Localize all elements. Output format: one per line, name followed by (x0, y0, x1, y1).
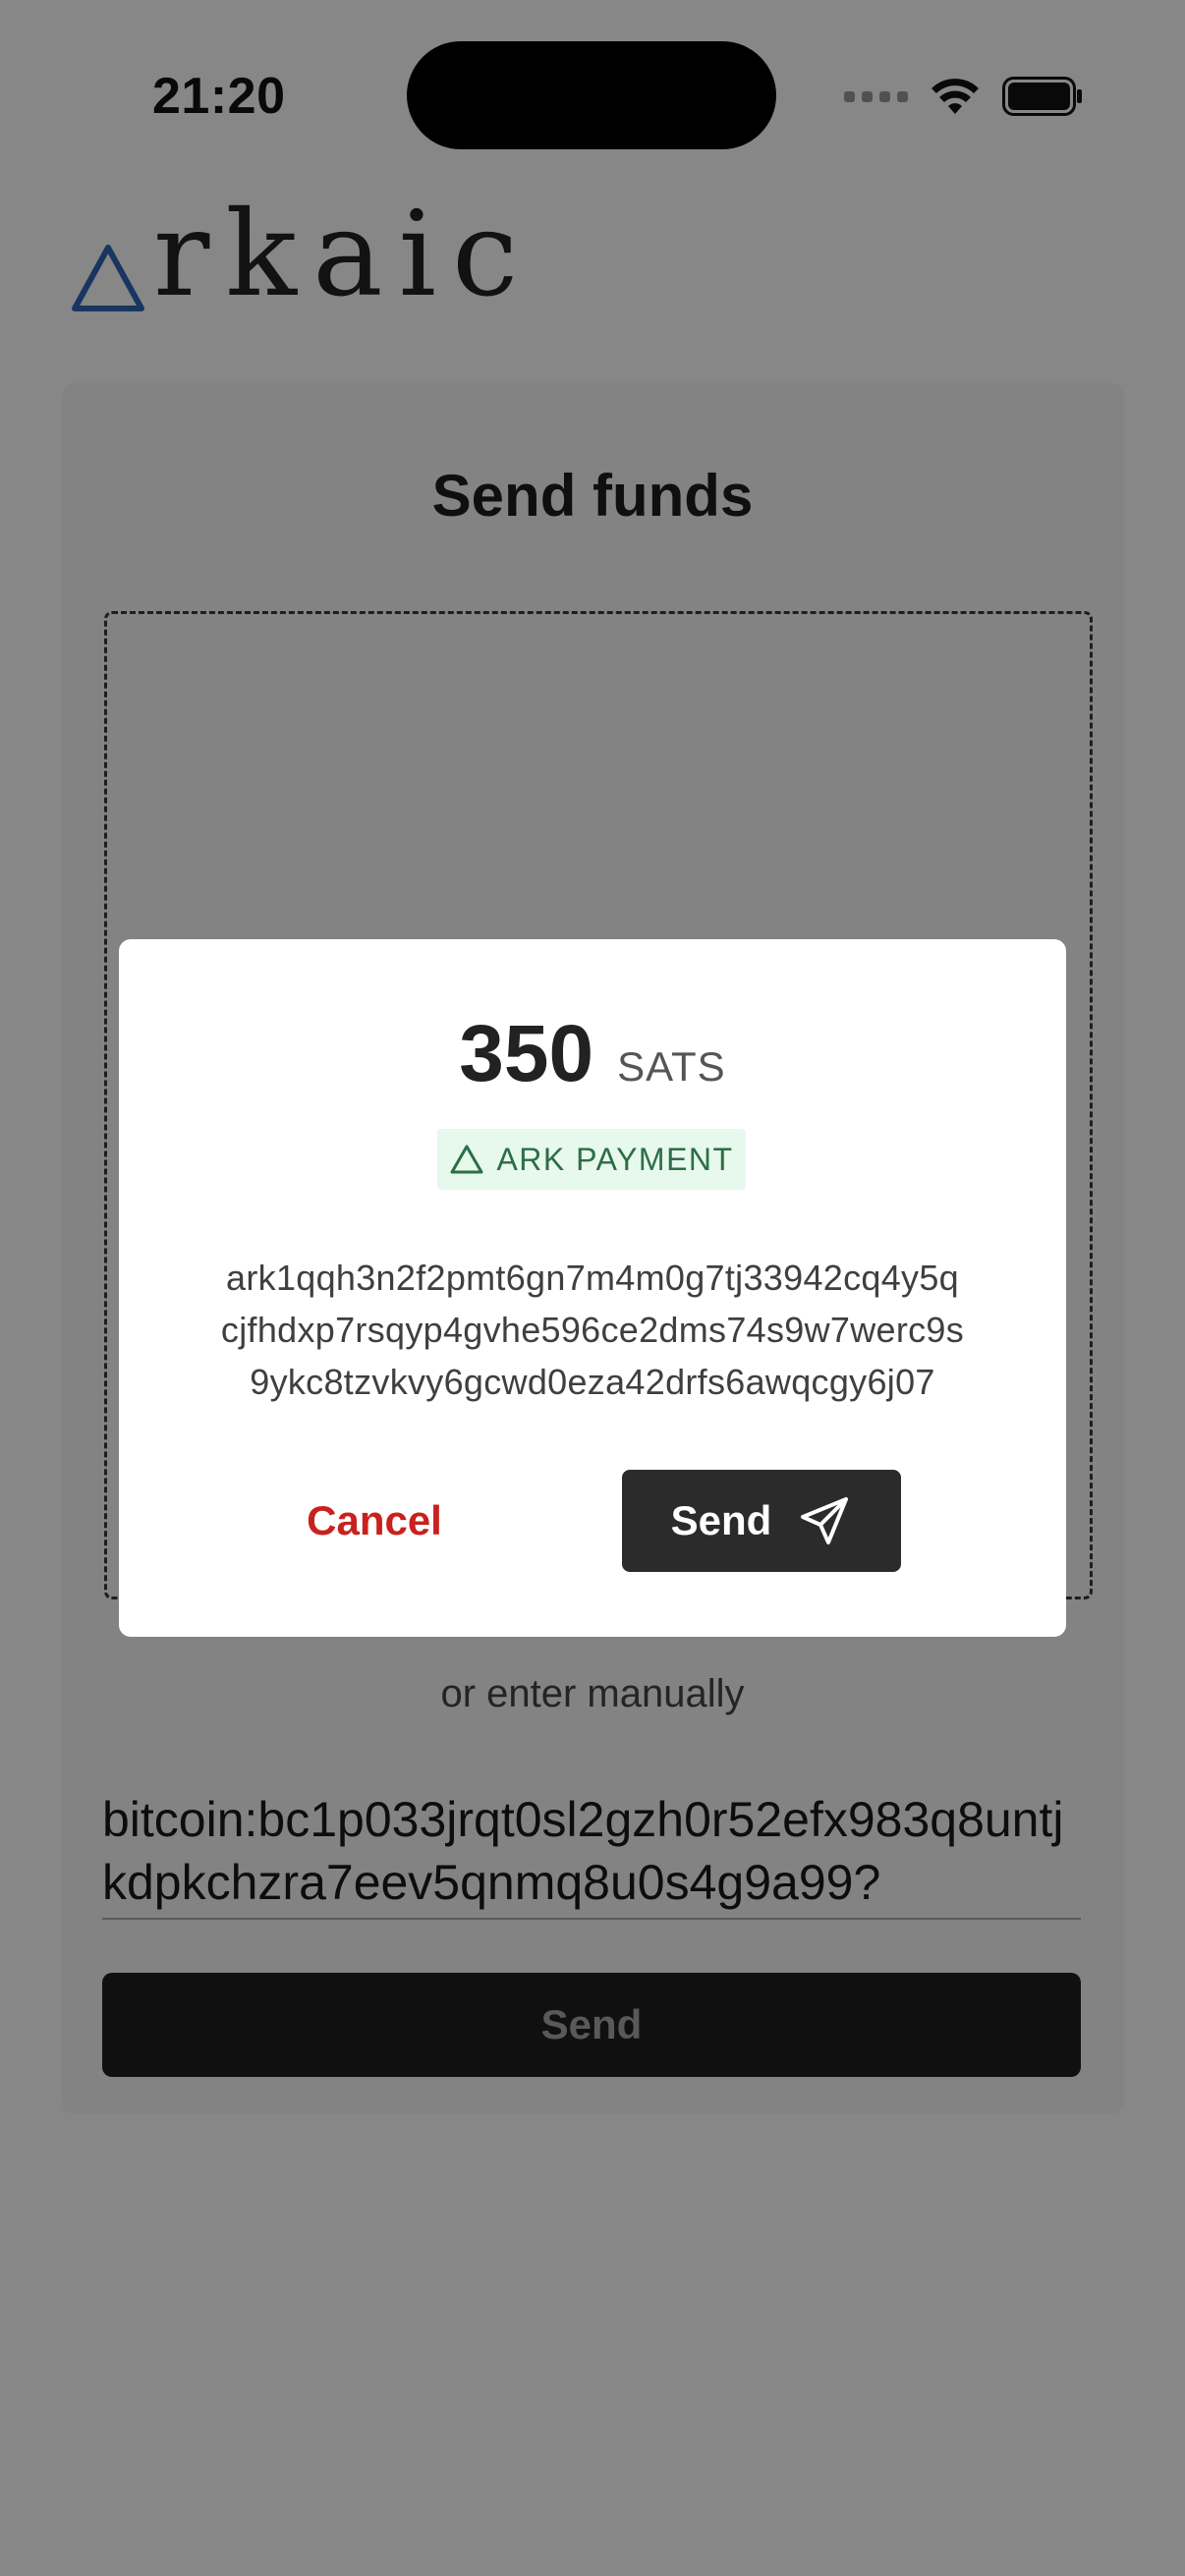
address-line: 9ykc8tzvkvy6gcwd0eza42drfs6awqcgy6j07 (250, 1362, 935, 1402)
send-button-label: Send (670, 1497, 772, 1543)
amount-unit: SATS (617, 1043, 726, 1090)
triangle-icon (450, 1145, 483, 1174)
confirm-send-button[interactable]: Send (622, 1470, 901, 1572)
cancel-button[interactable]: Cancel (256, 1470, 492, 1572)
recipient-address: ark1qqh3n2f2pmt6gn7m4m0g7tj33942cq4y5q c… (158, 1252, 1027, 1408)
payment-confirm-dialog: 350 SATS ARK PAYMENT ark1qqh3n2f2pmt6gn7… (119, 939, 1066, 1637)
badge-label: ARK PAYMENT (496, 1141, 734, 1177)
address-line: cjfhdxp7rsqyp4gvhe596ce2dms74s9w7werc9s (220, 1310, 965, 1350)
payment-type-badge: ARK PAYMENT (437, 1129, 746, 1190)
amount-value: 350 (459, 1009, 594, 1098)
paper-plane-icon (801, 1497, 849, 1544)
address-line: ark1qqh3n2f2pmt6gn7m4m0g7tj33942cq4y5q (226, 1258, 959, 1298)
amount-row: 350 SATS (119, 1008, 1066, 1100)
